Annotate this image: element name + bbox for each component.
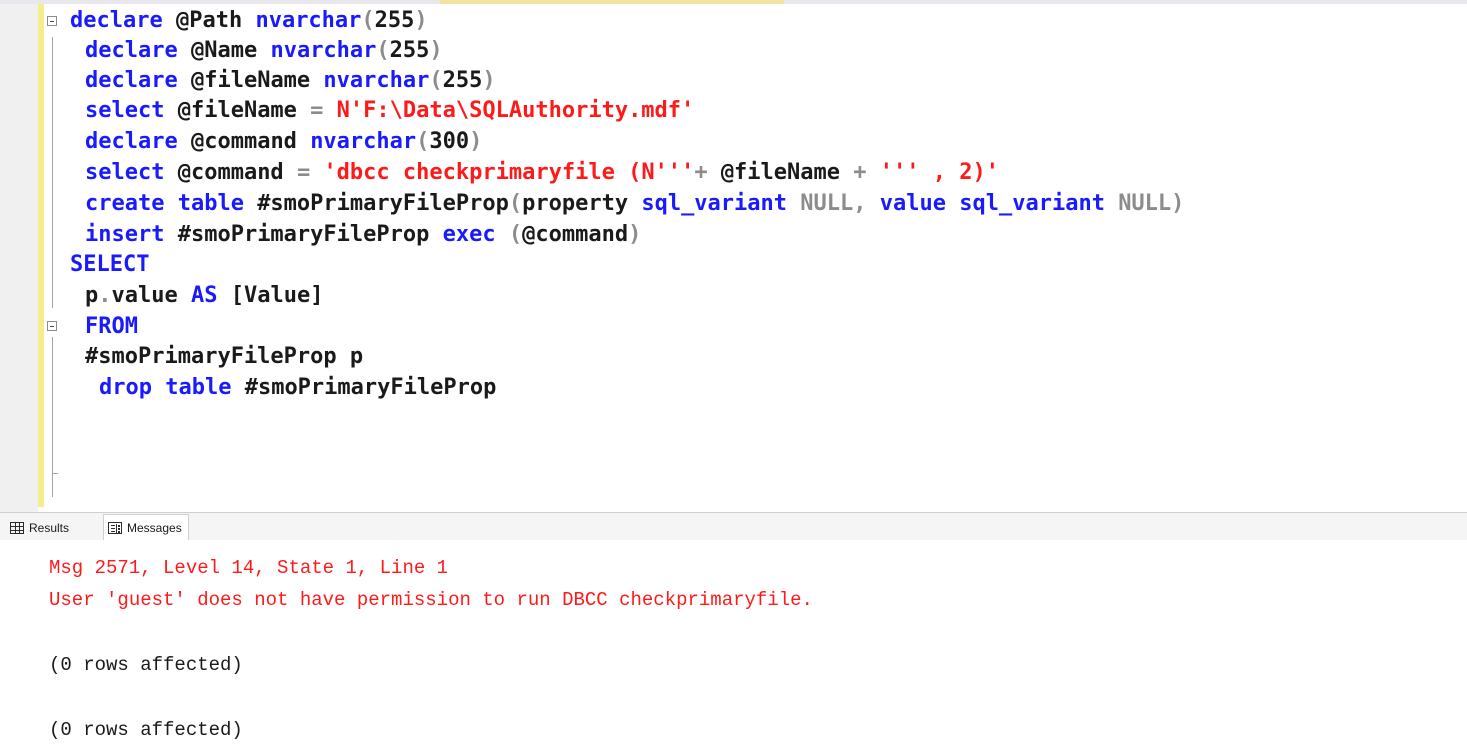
code-token: value — [111, 283, 191, 308]
code-token: #smoPrimaryFileProp — [257, 191, 509, 216]
code-token: @command — [190, 129, 311, 154]
code-line[interactable]: insert #smoPrimaryFileProp exec (@comman… — [0, 220, 1467, 250]
query-editor[interactable]: declare @Path nvarchar(255) declare @Name… — [0, 0, 1467, 512]
code-token: nvarchar — [270, 38, 377, 63]
tab-messages-label: Messages — [127, 521, 182, 535]
code-token: + — [694, 160, 721, 185]
code-token: NULL, — [800, 191, 880, 216]
code-token: property — [522, 191, 642, 216]
code-line[interactable]: select @fileName = N'F:\Data\SQLAuthorit… — [0, 96, 1467, 126]
code-token: #smoPrimaryFileProp — [177, 222, 443, 247]
messages-icon — [108, 522, 122, 534]
code-token: nvarchar — [323, 68, 430, 93]
code-token: @Path — [175, 8, 256, 33]
code-line[interactable]: declare @Name nvarchar(255) — [0, 36, 1467, 66]
code-token: ) — [482, 68, 496, 93]
code-line[interactable]: FROM — [0, 312, 1467, 342]
code-token: @fileName — [177, 98, 311, 123]
grid-icon — [10, 521, 24, 534]
code-token: ''' , 2)' — [879, 160, 999, 185]
code-token: ) — [414, 8, 428, 33]
code-token: ( — [508, 222, 523, 247]
code-line[interactable]: p.value AS [Value] — [0, 281, 1467, 311]
code-token: [Value] — [230, 283, 324, 308]
code-token: ( — [376, 38, 390, 63]
code-token: value sql_variant — [879, 191, 1119, 216]
tab-results[interactable]: Results — [6, 515, 75, 540]
code-line[interactable]: create table #smoPrimaryFileProp(propert… — [0, 189, 1467, 219]
rows-affected-message: (0 rows affected) — [49, 719, 243, 741]
code-token: drop table — [99, 375, 245, 400]
code-token: ) — [429, 38, 443, 63]
code-token: @fileName — [190, 68, 324, 93]
code-line[interactable]: select @command = 'dbcc checkprimaryfile… — [0, 158, 1467, 188]
code-token: 300 — [429, 129, 470, 154]
code-line[interactable]: declare @command nvarchar(300) — [0, 127, 1467, 157]
error-message-header: Msg 2571, Level 14, State 1, Line 1 — [49, 557, 449, 579]
code-token: @fileName — [720, 160, 854, 185]
code-token: declare — [85, 38, 191, 63]
code-token: #smoPrimaryFileProp — [244, 375, 497, 400]
code-token: select — [85, 98, 178, 123]
tab-results-label: Results — [29, 520, 70, 535]
code-line[interactable]: declare @Path nvarchar(255) — [0, 6, 1467, 36]
code-token: = — [296, 160, 324, 185]
code-token: 255 — [374, 8, 415, 33]
code-token: @Name — [190, 38, 271, 63]
code-token: exec — [442, 222, 509, 247]
code-token: . — [98, 283, 112, 308]
code-token: 'dbcc checkprimaryfile (N''' — [323, 160, 695, 185]
code-token: 255 — [389, 38, 430, 63]
rows-affected-message: (0 rows affected) — [49, 654, 243, 676]
code-token: create table — [85, 191, 258, 216]
code-token: declare — [70, 8, 176, 33]
code-token: #smoPrimaryFileProp p — [85, 344, 364, 369]
code-token: N'F:\Data\SQLAuthority.mdf' — [336, 98, 695, 123]
code-token: ( — [429, 68, 443, 93]
code-line[interactable]: drop table #smoPrimaryFileProp — [0, 373, 1467, 403]
code-token: nvarchar — [310, 129, 417, 154]
code-token: ) — [628, 222, 642, 247]
code-token: p — [85, 283, 99, 308]
code-token: declare — [85, 68, 191, 93]
code-token: declare — [85, 129, 191, 154]
code-token: ( — [361, 8, 375, 33]
tab-messages[interactable]: Messages — [103, 514, 189, 541]
code-line[interactable]: declare @fileName nvarchar(255) — [0, 66, 1467, 96]
code-token: insert — [85, 222, 178, 247]
code-token: ( — [416, 129, 430, 154]
results-tab-bar: Results Messages — [0, 512, 1467, 541]
code-token: = — [310, 98, 337, 123]
code-token: @command — [522, 222, 629, 247]
error-message-text: User 'guest' does not have permission to… — [49, 589, 813, 611]
code-token: AS — [190, 283, 231, 308]
code-line[interactable]: SELECT — [0, 250, 1467, 280]
code-token: SELECT — [70, 252, 150, 277]
code-token: nvarchar — [255, 8, 362, 33]
code-token: + — [853, 160, 880, 185]
code-token: select — [85, 160, 178, 185]
code-token: @command — [177, 160, 297, 185]
code-token: FROM — [85, 314, 138, 339]
code-token: sql_variant — [641, 191, 801, 216]
editor-tab-strip — [0, 0, 1467, 4]
code-token: 255 — [442, 68, 483, 93]
code-token: ( — [508, 191, 523, 216]
code-token: NULL) — [1118, 191, 1185, 216]
code-line[interactable]: #smoPrimaryFileProp p — [0, 342, 1467, 372]
code-token: ) — [469, 129, 483, 154]
messages-pane[interactable]: Msg 2571, Level 14, State 1, Line 1 User… — [0, 540, 1467, 749]
